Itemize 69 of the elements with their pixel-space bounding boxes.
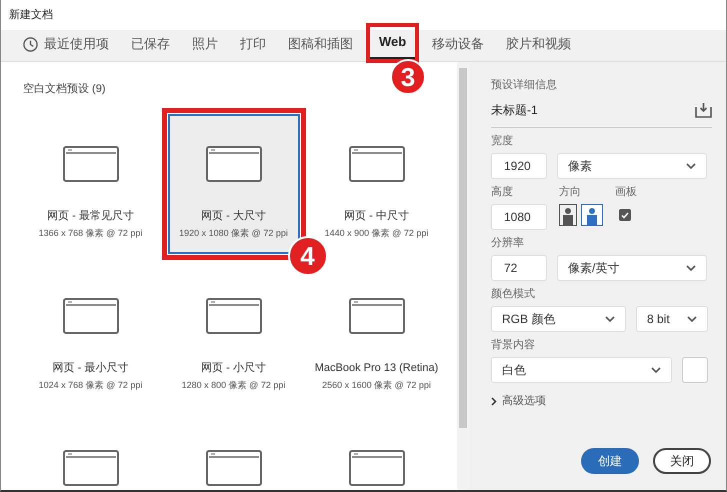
preset-size: 1920 x 1080 像素 @ 72 ppi <box>179 226 288 240</box>
preset-name: MacBook Pro 13 (Retina) <box>314 361 438 376</box>
chevron-down-icon <box>686 163 696 169</box>
create-button[interactable]: 创建 <box>581 448 639 474</box>
checkmark-icon <box>621 212 629 218</box>
landscape-icon[interactable] <box>581 204 603 226</box>
browser-window-icon <box>206 450 262 486</box>
tab[interactable]: 图稿和插图 <box>279 29 362 61</box>
input-field[interactable]: 1080 <box>491 204 547 230</box>
chevron-down-icon <box>686 265 696 271</box>
save-preset-icon[interactable] <box>695 102 712 118</box>
field-label: 背景内容 <box>491 340 536 351</box>
field-label: 高度 <box>491 187 514 198</box>
tab[interactable]: 胶片和视频 <box>497 29 580 61</box>
tab[interactable]: 移动设备 <box>423 29 494 61</box>
browser-window-icon <box>348 146 404 182</box>
field-label: 宽度 <box>491 136 514 147</box>
preset-name: 网页 - 大尺寸 <box>201 209 266 224</box>
scrollbar[interactable] <box>457 62 469 490</box>
chevron-down-icon <box>687 316 697 322</box>
tab[interactable]: 照片 <box>183 29 227 61</box>
preset-tile[interactable]: 网页 - 大尺寸 1920 x 1080 像素 @ 72 ppi <box>168 114 300 254</box>
browser-window-icon <box>62 146 118 182</box>
browser-window-icon <box>62 298 118 334</box>
portrait-icon[interactable] <box>559 204 577 226</box>
preset-tile[interactable]: 网页 - 最小尺寸 1024 x 768 像素 @ 72 ppi <box>24 266 156 406</box>
preset-size: 1024 x 768 像素 @ 72 ppi <box>38 378 142 392</box>
preset-name: 网页 - 中尺寸 <box>344 209 409 224</box>
field-label: 预设详细信息 <box>491 80 558 91</box>
browser-window-icon <box>62 450 118 486</box>
field-label: 方向 <box>559 187 582 198</box>
dropdown[interactable]: 像素 <box>557 153 707 179</box>
section-heading: 空白文档预设 (9) <box>23 83 106 95</box>
document-name[interactable]: 未标题-1 <box>491 101 538 119</box>
dropdown[interactable]: 像素/英寸 <box>557 255 707 281</box>
scrollbar-thumb[interactable] <box>459 68 468 428</box>
window-title: 新建文档 <box>9 8 53 23</box>
preset-size: 1440 x 900 像素 @ 72 ppi <box>324 226 428 240</box>
dropdown[interactable]: 8 bit <box>636 306 708 332</box>
advanced-options-toggle[interactable]: 高级选项 <box>491 393 546 410</box>
checkbox[interactable] <box>619 209 631 221</box>
browser-window-icon <box>206 146 262 182</box>
browser-window-icon <box>348 450 404 486</box>
tab[interactable]: 已保存 <box>122 29 179 61</box>
close-button[interactable]: 关闭 <box>653 448 711 474</box>
preset-size: 2560 x 1600 像素 @ 72 ppi <box>322 378 431 392</box>
browser-window-icon <box>206 298 262 334</box>
field-label: 画板 <box>615 187 637 198</box>
clock-icon <box>23 36 38 52</box>
preset-size: 1366 x 768 像素 @ 72 ppi <box>38 226 142 240</box>
input-field[interactable]: 1920 <box>491 153 547 179</box>
tab[interactable]: 打印 <box>231 29 275 61</box>
preset-tile[interactable]: 网页 - 最常见尺寸 1366 x 768 像素 @ 72 ppi <box>24 114 156 254</box>
preset-name: 网页 - 小尺寸 <box>201 361 266 376</box>
field-label: 颜色模式 <box>491 289 536 300</box>
dropdown[interactable]: 白色 <box>491 357 672 383</box>
tab[interactable]: 最近使用项 <box>14 29 118 61</box>
chevron-down-icon <box>651 367 661 373</box>
dropdown[interactable]: RGB 颜色 <box>491 306 626 332</box>
preset-name: 网页 - 最小尺寸 <box>52 361 128 376</box>
preset-size: 1280 x 800 像素 @ 72 ppi <box>182 378 286 392</box>
browser-window-icon <box>348 298 404 334</box>
preset-name: 网页 - 最常见尺寸 <box>47 209 134 224</box>
input-field[interactable]: 72 <box>491 255 547 281</box>
color-swatch[interactable] <box>682 357 708 383</box>
chevron-down-icon <box>605 316 615 322</box>
field-label: 分辨率 <box>491 238 525 249</box>
callout-badge: 4 <box>288 236 328 276</box>
chevron-right-icon <box>491 396 497 406</box>
